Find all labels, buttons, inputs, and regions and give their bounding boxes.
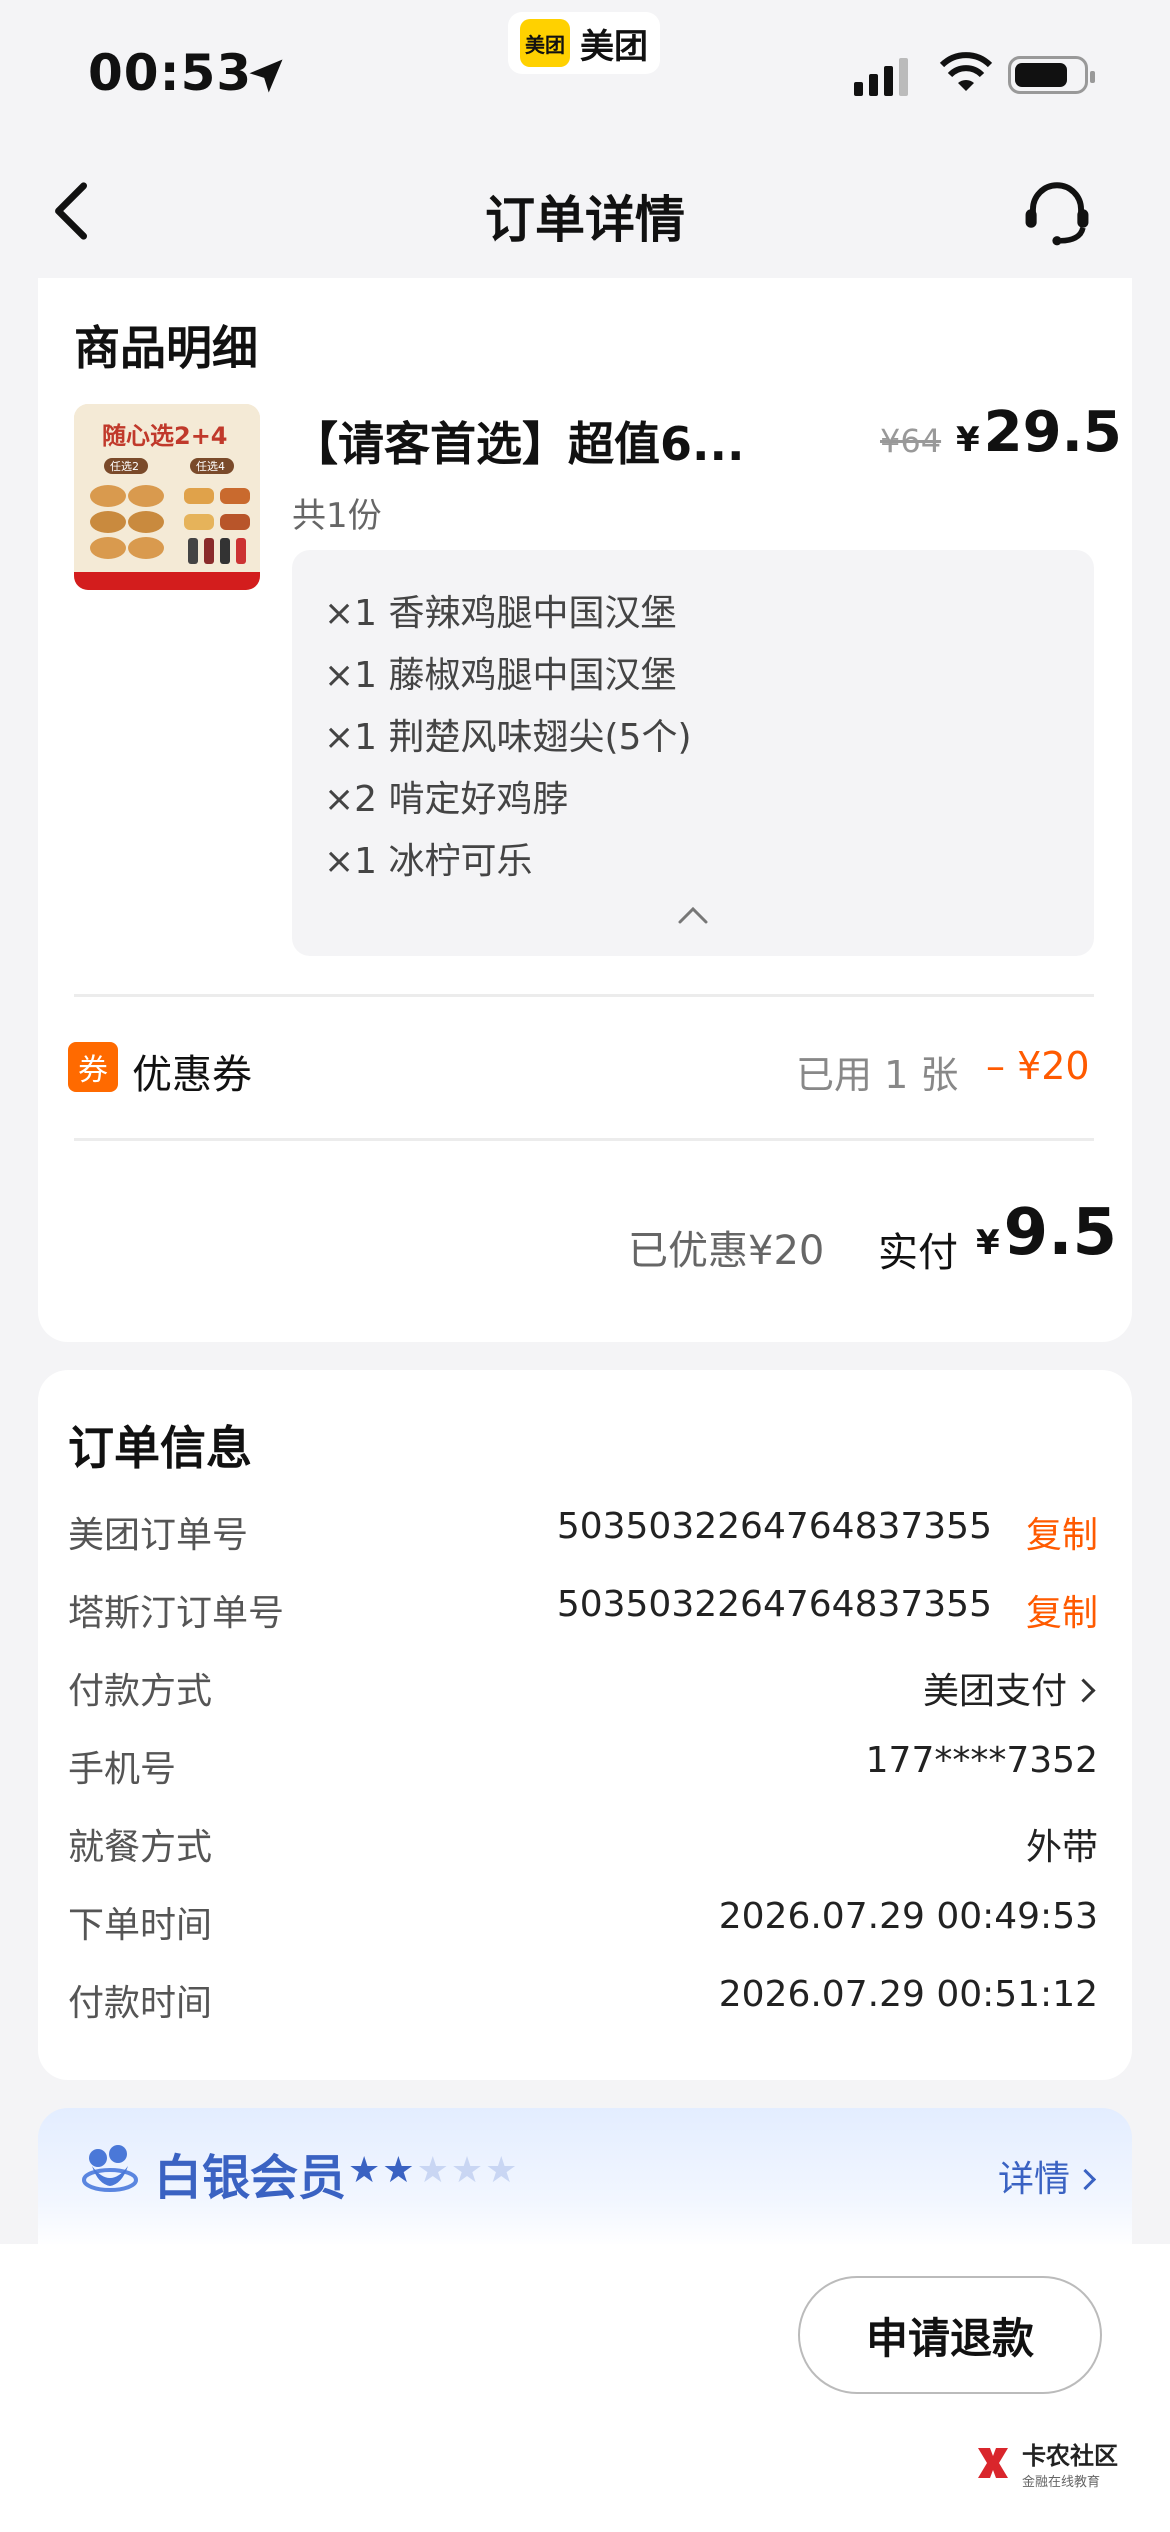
divider [74,1138,1094,1141]
copy-meituan-order-button[interactable]: 复制 [1026,1506,1098,1558]
product-price-value: 29.5 [983,400,1122,465]
membership-stars: ★★★★★ [348,2150,519,2191]
app-indicator[interactable]: 美团 美团 [508,12,660,74]
watermark-subtitle: 金融在线教育 [1022,2475,1101,2490]
membership-detail-link[interactable]: 详情 [998,2150,1097,2202]
product-image[interactable]: 随心选2+4 任选2 任选4 [74,404,260,590]
discount-total: 已优惠¥20 [628,1228,825,1274]
product-quantity: 共1份 [292,496,382,536]
status-time: 00:53 [88,44,253,102]
info-label: 付款时间 [68,1983,213,2024]
star-empty-icon: ★ [450,2150,486,2191]
combo-item: ×1 荆楚风味翅尖(5个) [324,717,692,758]
watermark-logo-icon [978,2448,1008,2478]
watermark: 卡农社区 金融在线教育 [972,2436,1118,2490]
combo-item: ×1 藤椒鸡腿中国汉堡 [324,655,677,696]
app-name: 美团 [580,26,648,67]
info-label: 下单时间 [68,1905,213,1946]
order-time: 2026.07.29 00:49:53 [718,1896,1098,1937]
paid-amount-value: 9.5 [1003,1196,1118,1270]
tastien-order-number: 5035032264764837355 [556,1584,992,1625]
product-image-tag-a: 任选2 [110,460,139,473]
original-price: ¥64 [880,422,942,460]
info-label: 就餐方式 [68,1827,213,1868]
info-label: 美团订单号 [68,1515,249,1556]
collapse-chevron-up-icon[interactable] [676,904,710,926]
watermark-title: 卡农社区 [1022,2442,1118,2470]
combo-item: ×2 啃定好鸡脖 [324,779,569,820]
paid-label: 实付 [878,1230,958,1276]
member-badge-icon [82,2145,138,2192]
star-empty-icon: ★ [485,2150,520,2191]
product-image-title: 随心选2+4 [102,422,228,450]
wifi-icon [939,52,993,91]
payment-time: 2026.07.29 00:51:12 [718,1974,1098,2015]
divider [74,994,1094,997]
info-label: 付款方式 [68,1671,213,1712]
product-price: ¥29.5 [956,400,1122,465]
order-info-title: 订单信息 [68,1421,252,1475]
request-refund-button[interactable]: 申请退款 [798,2276,1102,2394]
star-filled-icon: ★ [382,2150,417,2191]
currency-symbol: ¥ [956,420,980,460]
membership-level: 白银会员 [154,2150,347,2206]
combo-item: ×1 香辣鸡腿中国汉堡 [324,593,677,634]
location-arrow-icon [249,59,283,93]
coupon-discount-amount: – ¥20 [986,1044,1090,1088]
cellular-signal-icon [854,58,908,96]
meituan-logo-icon: 美团 [520,19,570,67]
copy-tastien-order-button[interactable]: 复制 [1026,1584,1098,1636]
membership-detail-label: 详情 [998,2159,1071,2200]
payment-method: 美团支付 [922,1671,1067,1712]
currency-symbol: ¥ [976,1223,1000,1263]
payment-method-link[interactable]: 美团支付 [922,1662,1096,1714]
paid-amount: ¥9.5 [976,1196,1117,1270]
chevron-right-icon [1074,2168,1097,2191]
meituan-order-number: 5035032264764837355 [556,1506,992,1547]
star-empty-icon: ★ [416,2150,451,2191]
info-label: 手机号 [68,1749,177,1790]
customer-service-icon[interactable] [1020,176,1094,250]
coupon-used-count: 已用 1 张 [796,1053,959,1097]
page-title: 订单详情 [485,191,685,249]
combo-item: ×1 冰柠可乐 [324,841,533,882]
coupon-icon: 券 [68,1042,118,1092]
product-name[interactable]: 【请客首选】超值6... [292,408,762,474]
dining-method: 外带 [1025,1827,1098,1868]
coupon-label: 优惠券 [132,1052,252,1098]
chevron-right-icon [1071,1678,1096,1703]
product-section-title: 商品明细 [74,321,258,375]
info-label: 塔斯汀订单号 [68,1593,285,1634]
star-filled-icon: ★ [348,2150,383,2191]
product-image-tag-b: 任选4 [196,460,225,473]
battery-icon [1008,56,1095,94]
phone-number: 177****7352 [865,1740,1098,1781]
